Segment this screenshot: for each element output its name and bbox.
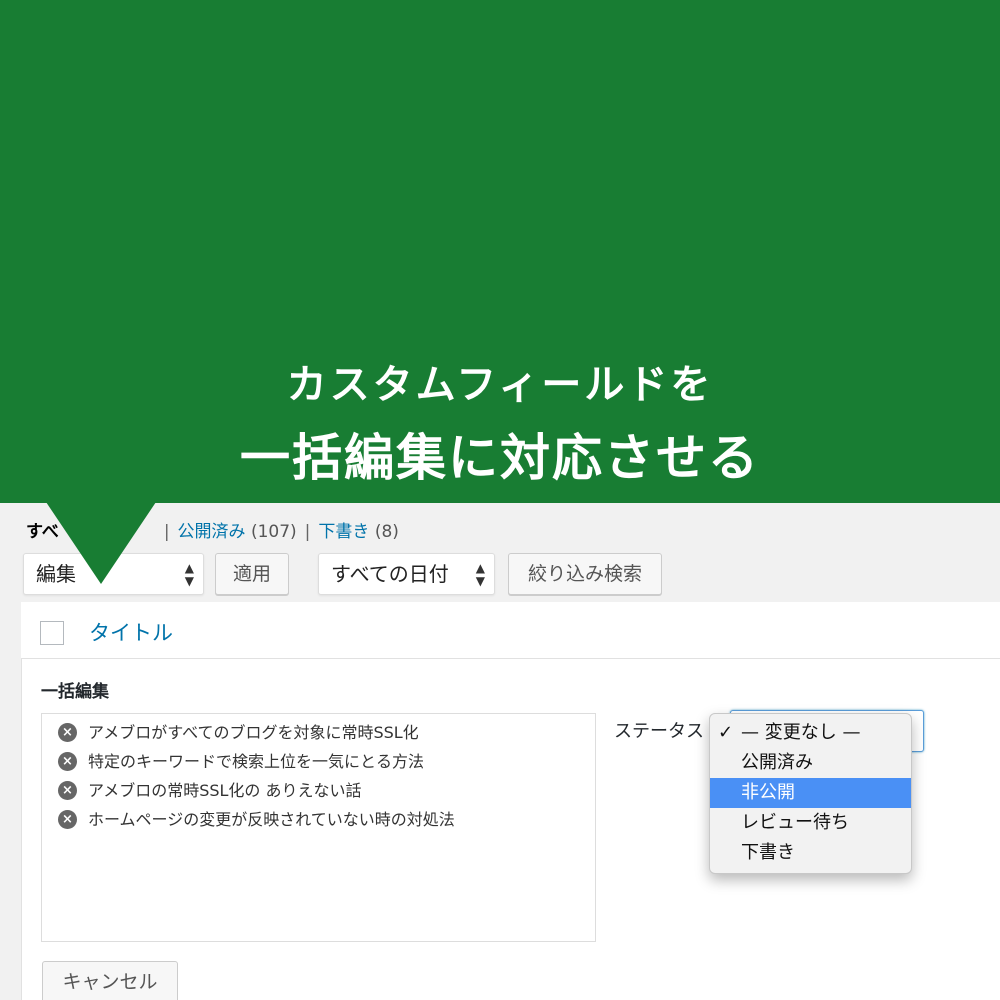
published-count: (107) <box>250 522 297 542</box>
x-circle-icon[interactable]: × <box>58 752 77 771</box>
x-circle-icon[interactable]: × <box>58 781 77 800</box>
post-title: 特定のキーワードで検索上位を一気にとる方法 <box>88 752 425 771</box>
status-label: ステータス <box>614 721 704 742</box>
list-item: × 特定のキーワードで検索上位を一気にとる方法 <box>42 747 595 776</box>
filter-button[interactable]: 絞り込み検索 <box>508 553 662 595</box>
status-option-published[interactable]: 公開済み <box>710 748 911 778</box>
option-label: 下書き <box>741 842 795 863</box>
option-label: — 変更なし — <box>741 722 861 743</box>
post-title: アメブロがすべてのブログを対象に常時SSL化 <box>88 723 419 742</box>
banner-headline-line2: 一括編集に対応させる <box>240 429 760 487</box>
list-item: × アメブロがすべてのブログを対象に常時SSL化 <box>42 718 595 747</box>
option-label: レビュー待ち <box>741 812 849 833</box>
status-option-pending[interactable]: レビュー待ち <box>710 808 911 838</box>
select-arrows-icon: ▲ ▼ <box>184 561 194 588</box>
separator: | <box>304 522 311 542</box>
select-all-checkbox[interactable] <box>40 621 64 645</box>
bulk-edit-heading: 一括編集 <box>41 682 109 702</box>
option-label: 公開済み <box>741 752 813 773</box>
status-dropdown-menu: ✓ — 変更なし — 公開済み 非公開 レビュー待ち 下書き <box>709 713 912 874</box>
banner-pointer <box>46 502 156 584</box>
select-arrows-icon: ▲ ▼ <box>475 561 485 588</box>
bulk-edit-post-list[interactable]: × アメブロがすべてのブログを対象に常時SSL化 × 特定のキーワードで検索上位… <box>41 713 596 942</box>
checkmark-icon: ✓ <box>718 722 734 743</box>
status-option-private[interactable]: 非公開 <box>710 778 911 808</box>
status-option-no-change[interactable]: ✓ — 変更なし — <box>710 718 911 748</box>
date-filter-value: すべての日付 <box>331 562 449 586</box>
draft-count: (8) <box>374 522 399 542</box>
separator: | <box>163 522 170 542</box>
green-banner: カスタムフィールドを 一括編集に対応させる <box>0 0 1000 503</box>
cancel-button[interactable]: キャンセル <box>42 961 178 1000</box>
status-option-draft[interactable]: 下書き <box>710 838 911 868</box>
option-label: 非公開 <box>741 782 795 803</box>
date-filter-select[interactable]: すべての日付 ▲ ▼ <box>318 553 495 595</box>
list-item: × アメブロの常時SSL化の ありえない話 <box>42 776 595 805</box>
x-circle-icon[interactable]: × <box>58 723 77 742</box>
list-item: × ホームページの変更が反映されていない時の対処法 <box>42 805 595 834</box>
banner-headline-line1: カスタムフィールドを <box>286 362 714 408</box>
apply-button[interactable]: 適用 <box>215 553 289 595</box>
title-column-header[interactable]: タイトル <box>89 617 173 647</box>
filter-published-link[interactable]: 公開済み <box>178 522 246 542</box>
post-title: アメブロの常時SSL化の ありえない話 <box>88 781 362 800</box>
post-title: ホームページの変更が反映されていない時の対処法 <box>88 810 455 829</box>
filter-draft-link[interactable]: 下書き <box>318 522 369 542</box>
x-circle-icon[interactable]: × <box>58 810 77 829</box>
